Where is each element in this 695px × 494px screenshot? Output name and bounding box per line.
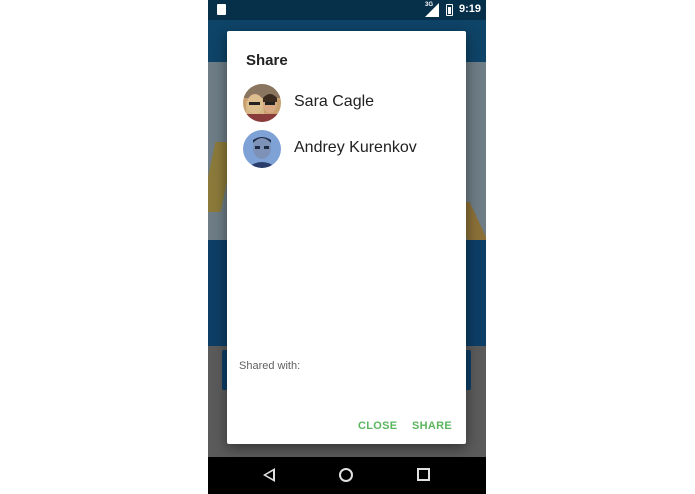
sd-card-icon [217, 4, 226, 15]
shared-with-label: Shared with: [239, 360, 301, 372]
clock: 9:19 [459, 3, 482, 15]
share-dialog: Share Sara Cagle Andrey Kurenkov Shared … [227, 31, 466, 444]
back-icon[interactable] [263, 468, 275, 482]
phone-screen: 3G 9:19 Share Sara Cagle Andrey Kurenkov… [208, 0, 486, 494]
recents-icon[interactable] [417, 468, 430, 481]
avatar [243, 84, 281, 122]
contact-name: Sara Cagle [294, 93, 375, 110]
contact-item-sara-cagle[interactable]: Sara Cagle [243, 84, 453, 124]
contact-item-andrey-kurenkov[interactable]: Andrey Kurenkov [243, 130, 453, 170]
avatar [243, 130, 281, 168]
share-button[interactable]: SHARE [412, 420, 452, 432]
contact-name: Andrey Kurenkov [294, 139, 417, 156]
dialog-title: Share [246, 52, 288, 69]
close-button[interactable]: CLOSE [358, 420, 397, 432]
battery-icon [446, 4, 453, 16]
status-bar: 3G 9:19 [208, 0, 486, 20]
network-type: 3G [425, 2, 434, 8]
home-icon[interactable] [339, 468, 353, 482]
navigation-bar [208, 457, 486, 494]
